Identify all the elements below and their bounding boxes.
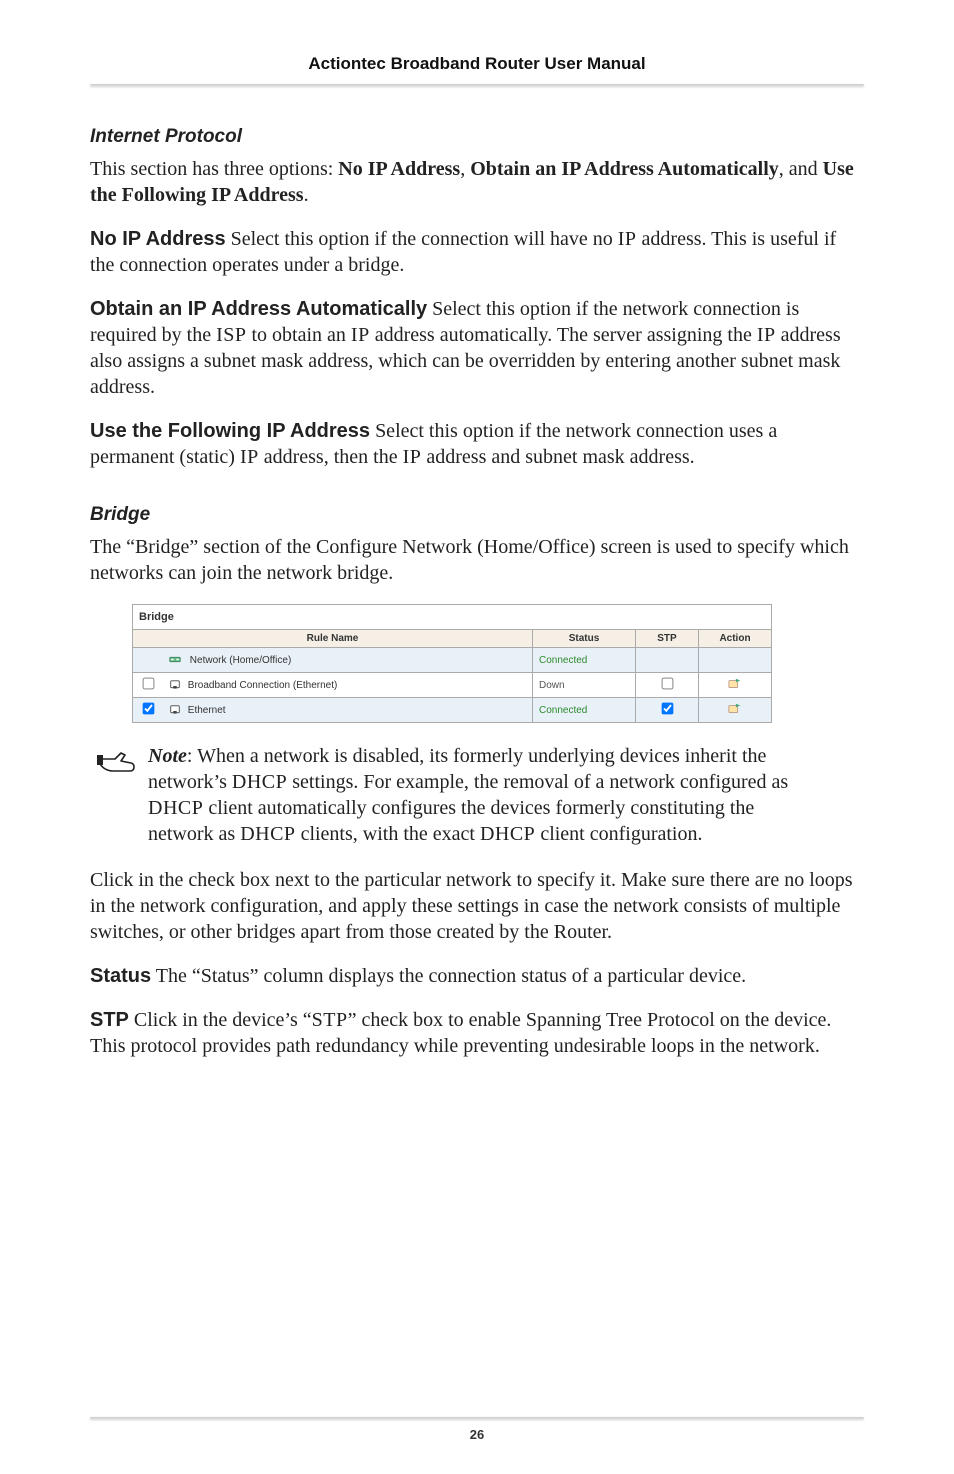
bridge-table: Bridge Rule Name Status STP Action Netwo… xyxy=(132,604,772,723)
note-label: Note xyxy=(148,745,187,767)
label-use-following: Use the Following IP Address xyxy=(90,420,370,442)
rule-name: Network (Home/Office) xyxy=(190,655,292,666)
action-cell xyxy=(699,648,772,673)
page-header-title: Actiontec Broadband Router User Manual xyxy=(90,54,864,74)
stp-cell xyxy=(636,648,699,673)
status-cell: Connected xyxy=(533,698,636,723)
smallcaps-ip: IP xyxy=(757,324,776,346)
smallcaps-dhcp: DHCP xyxy=(480,823,535,845)
label-status: Status xyxy=(90,965,151,987)
text: address, then the xyxy=(259,446,403,468)
action-cell xyxy=(699,673,772,698)
heading-internet-protocol: Internet Protocol xyxy=(90,126,864,148)
page-number: 26 xyxy=(90,1427,864,1442)
note-block: Note: When a network is disabled, its fo… xyxy=(90,743,864,847)
text: to obtain an xyxy=(246,324,350,346)
text: clients, with the exact xyxy=(296,823,480,845)
note-hand-icon xyxy=(90,743,148,847)
ethernet-icon xyxy=(169,705,181,715)
network-icon xyxy=(169,655,181,665)
col-stp: STP xyxy=(636,630,699,648)
action-cell xyxy=(699,698,772,723)
rule-name: Ethernet xyxy=(188,705,226,716)
text: This section has three options: xyxy=(90,158,338,180)
smallcaps-dhcp: DHCP xyxy=(148,797,203,819)
paragraph-click-checkbox: Click in the check box next to the parti… xyxy=(90,867,864,945)
smallcaps-ip: IP xyxy=(351,324,370,346)
status-cell: Down xyxy=(533,673,636,698)
smallcaps-stp: STP xyxy=(312,1009,348,1031)
option-obtain: Obtain an IP Address Automatically xyxy=(470,158,779,180)
stp-cell xyxy=(636,698,699,723)
label-no-ip: No IP Address xyxy=(90,228,226,250)
text: address and subnet mask address. xyxy=(421,446,694,468)
paragraph-use-following: Use the Following IP Address Select this… xyxy=(90,418,864,470)
row-checkbox[interactable] xyxy=(142,678,154,690)
smallcaps-ip: IP xyxy=(403,446,422,468)
rule-name: Broadband Connection (Ethernet) xyxy=(188,680,338,691)
text: , and xyxy=(779,158,823,180)
status-cell: Connected xyxy=(533,648,636,673)
stp-checkbox[interactable] xyxy=(661,678,673,690)
smallcaps-dhcp: DHCP xyxy=(232,771,287,793)
text: settings. For example, the removal of a … xyxy=(287,771,788,793)
paragraph-no-ip: No IP Address Select this option if the … xyxy=(90,226,864,278)
table-row: Broadband Connection (Ethernet) Down xyxy=(133,673,772,698)
col-status: Status xyxy=(533,630,636,648)
bridge-table-title: Bridge xyxy=(133,605,772,630)
paragraph-stp: STP Click in the device’s “STP” check bo… xyxy=(90,1007,864,1059)
text: Click in the device’s “ xyxy=(129,1009,312,1031)
paragraph-obtain: Obtain an IP Address Automatically Selec… xyxy=(90,296,864,400)
header-divider xyxy=(90,84,864,86)
label-stp: STP xyxy=(90,1009,129,1031)
ethernet-icon xyxy=(169,680,181,690)
table-row: Ethernet Connected xyxy=(133,698,772,723)
col-action: Action xyxy=(699,630,772,648)
row-checkbox[interactable] xyxy=(142,703,154,715)
paragraph-ip-intro: This section has three options: No IP Ad… xyxy=(90,156,864,208)
text: , xyxy=(460,158,470,180)
action-icon[interactable] xyxy=(728,677,742,689)
footer-divider xyxy=(90,1417,864,1419)
paragraph-status: Status The “Status” column displays the … xyxy=(90,963,864,989)
smallcaps-isp: ISP xyxy=(216,324,246,346)
text: address automatically. The server assign… xyxy=(370,324,757,346)
smallcaps-dhcp: DHCP xyxy=(240,823,295,845)
option-no-ip: No IP Address xyxy=(338,158,460,180)
paragraph-bridge-intro: The “Bridge” section of the Configure Ne… xyxy=(90,534,864,586)
table-row: Network (Home/Office) Connected xyxy=(133,648,772,673)
stp-checkbox[interactable] xyxy=(661,703,673,715)
smallcaps-ip: IP xyxy=(618,228,637,250)
text: The “Status” column displays the connect… xyxy=(151,965,746,987)
stp-cell xyxy=(636,673,699,698)
smallcaps-ip: IP xyxy=(240,446,259,468)
heading-bridge: Bridge xyxy=(90,504,864,526)
text: client configuration. xyxy=(535,823,702,845)
text: . xyxy=(304,184,309,206)
text: Select this option if the connection wil… xyxy=(226,228,618,250)
label-obtain: Obtain an IP Address Automatically xyxy=(90,298,427,320)
action-icon[interactable] xyxy=(728,702,742,714)
col-rule-name: Rule Name xyxy=(133,630,533,648)
